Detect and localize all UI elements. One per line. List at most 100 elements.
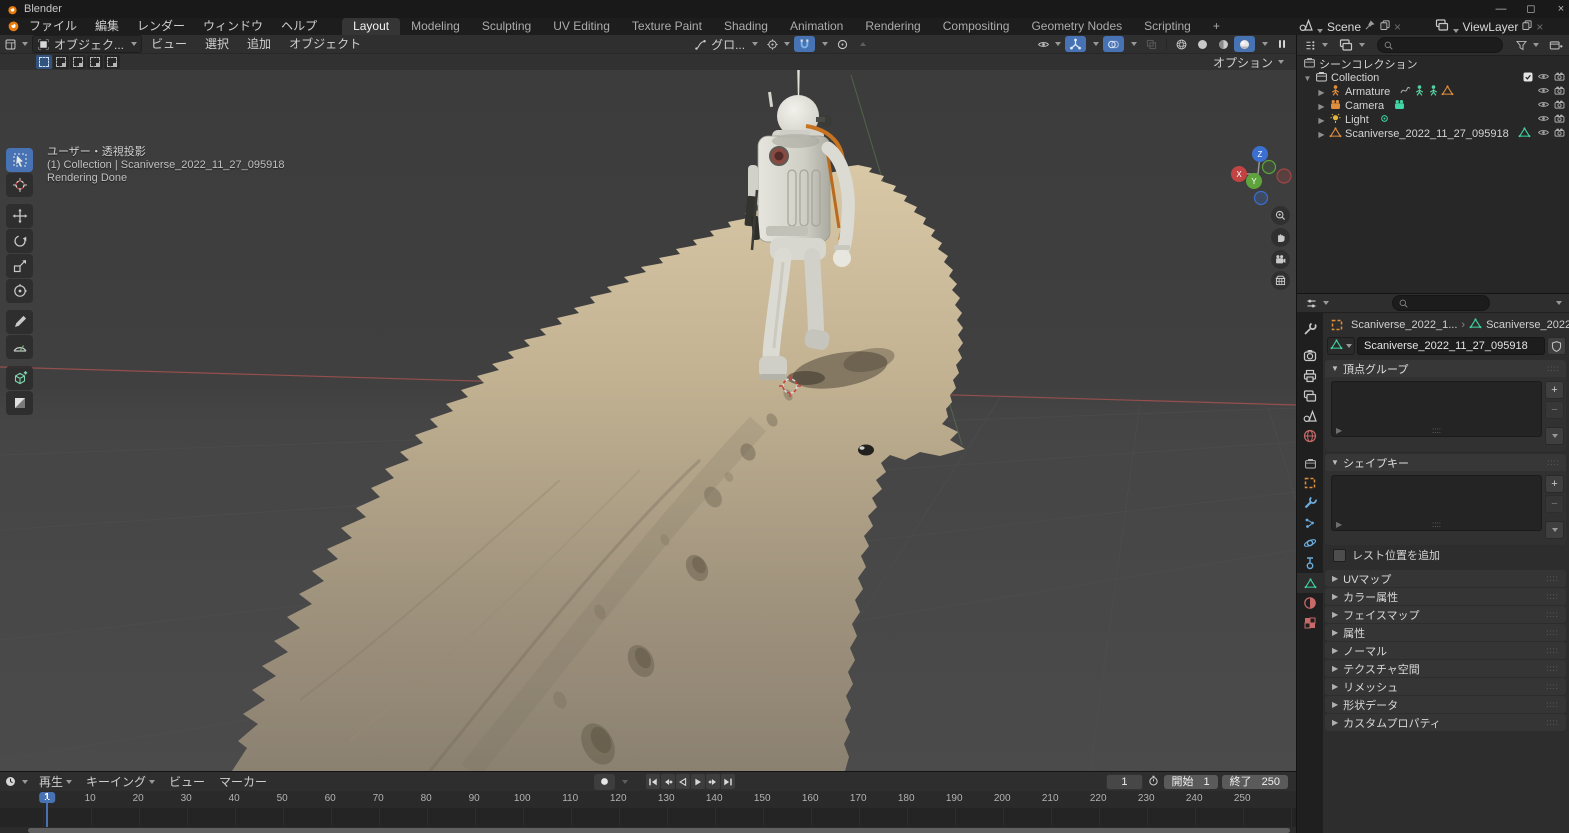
shear-tool-button[interactable]: [6, 391, 33, 415]
collapsed-panel-テクスチャ空間[interactable]: ▶テクスチャ空間::::: [1325, 660, 1566, 677]
collapsed-panel-カスタムプロパティ[interactable]: ▶カスタムプロパティ::::: [1325, 714, 1566, 731]
tab-sculpting[interactable]: Sculpting: [471, 18, 542, 35]
playhead[interactable]: [46, 799, 48, 827]
jump-end-button[interactable]: [721, 774, 735, 789]
expand-arrow-icon[interactable]: ▶: [1317, 116, 1326, 125]
properties-tab-tool[interactable]: [1297, 319, 1323, 339]
annotate-tool-button[interactable]: [6, 310, 33, 334]
fake-user-shield-button[interactable]: [1547, 337, 1566, 355]
collapsed-panel-カラー属性[interactable]: ▶カラー属性::::: [1325, 588, 1566, 605]
transform-tool-button[interactable]: [6, 279, 33, 303]
camera-view-button[interactable]: [1271, 250, 1290, 269]
viewport-menu-2[interactable]: 追加: [238, 36, 280, 53]
properties-options-dropdown[interactable]: [1549, 295, 1566, 311]
scene-browse-icon[interactable]: [1298, 17, 1323, 36]
panel-grip-icon[interactable]: ::::: [1546, 574, 1559, 583]
scale-tool-button[interactable]: [6, 254, 33, 278]
mesh-data-dropdown[interactable]: [1327, 337, 1355, 355]
viewport-3d[interactable]: ユーザー・透視投影 (1) Collection | Scaniverse_20…: [0, 70, 1296, 771]
play-button[interactable]: [691, 774, 705, 789]
scrollbar-thumb[interactable]: [28, 828, 1290, 833]
editor-type-3d-viewport-button[interactable]: [0, 36, 32, 52]
outliner-row-scaniverse-2022-11-27-095918[interactable]: ▶Scaniverse_2022_11_27_095918: [1297, 127, 1569, 141]
outliner-row-armature[interactable]: ▶ Armature: [1297, 85, 1569, 99]
tab-animation[interactable]: Animation: [779, 18, 854, 35]
outliner-item-label[interactable]: Camera: [1345, 100, 1384, 112]
remove-item-button[interactable]: −: [1545, 495, 1564, 513]
maximize-button[interactable]: ◻: [1516, 0, 1546, 18]
properties-tab-texture[interactable]: [1297, 613, 1323, 633]
panel-grip-icon[interactable]: ::::: [1546, 646, 1559, 655]
options-dropdown[interactable]: オプション: [1209, 54, 1288, 70]
timeline-menu-3[interactable]: マーカー: [212, 773, 274, 790]
expand-arrow-icon[interactable]: ▶: [1317, 88, 1326, 97]
menu-0[interactable]: ファイル: [20, 18, 86, 35]
panel-grip-icon[interactable]: ::::: [1546, 664, 1559, 673]
list-specials-dropdown[interactable]: [1545, 427, 1564, 445]
auto-keyframe-record-button[interactable]: [594, 774, 615, 790]
tab-layout[interactable]: Layout: [342, 18, 400, 35]
outliner-item-label[interactable]: Light: [1345, 114, 1369, 126]
add-item-button[interactable]: +: [1545, 475, 1564, 493]
tab-geometry-nodes[interactable]: Geometry Nodes: [1020, 18, 1133, 35]
play-reverse-button[interactable]: [676, 774, 690, 789]
viewport-menu-1[interactable]: 選択: [196, 36, 238, 53]
gizmos-dropdown[interactable]: [1086, 36, 1103, 52]
outliner-row-light[interactable]: ▶ Light: [1297, 113, 1569, 127]
properties-tab-scene[interactable]: [1297, 406, 1323, 426]
outliner-row-camera[interactable]: ▶Camera: [1297, 99, 1569, 113]
shading-material-button[interactable]: [1213, 36, 1234, 52]
collapsed-panel-UVマップ[interactable]: ▶UVマップ::::: [1325, 570, 1566, 587]
orientation-dropdown[interactable]: グロ...: [690, 36, 762, 52]
pin-icon[interactable]: [1364, 19, 1376, 34]
object-mode-dropdown[interactable]: オブジェク...: [32, 35, 142, 53]
move-tool-button[interactable]: [6, 204, 33, 228]
perspective-toggle-button[interactable]: [1271, 271, 1290, 290]
snap-with-dropdown[interactable]: [815, 36, 832, 52]
tab-rendering[interactable]: Rendering: [854, 18, 931, 35]
menu-3[interactable]: ウィンドウ: [194, 18, 272, 35]
jump-start-button[interactable]: [646, 774, 660, 789]
tab-uv-editing[interactable]: UV Editing: [542, 18, 621, 35]
properties-search-field[interactable]: [1392, 295, 1490, 311]
outliner-row-scene-collection[interactable]: シーンコレクション: [1297, 57, 1569, 71]
proportional-editing-toggle[interactable]: [832, 36, 853, 52]
render-pause-button[interactable]: [1272, 36, 1292, 52]
timeline-ruler[interactable]: 1102030405060708090100110120130140150160…: [0, 791, 1296, 808]
outliner-item-label[interactable]: Armature: [1345, 86, 1390, 98]
properties-tab-view-layer[interactable]: [1297, 386, 1323, 406]
close-button[interactable]: ×: [1546, 0, 1569, 18]
properties-tab-output[interactable]: [1297, 366, 1323, 386]
properties-tab-object[interactable]: [1297, 473, 1323, 493]
add-cube-tool-button[interactable]: [6, 366, 33, 390]
xray-toggle[interactable]: [1141, 36, 1162, 52]
tab-modeling[interactable]: Modeling: [400, 18, 471, 35]
properties-tab-render[interactable]: [1297, 346, 1323, 366]
select-mode-intersect[interactable]: [104, 55, 120, 69]
outliner-item-label[interactable]: Scaniverse_2022_11_27_095918: [1345, 128, 1509, 140]
viewlayer-browse-icon[interactable]: [1434, 17, 1459, 36]
outliner-search-field[interactable]: [1377, 37, 1503, 53]
panel-grip-icon[interactable]: ::::: [1546, 610, 1559, 619]
current-frame-field[interactable]: 1: [1106, 774, 1142, 790]
select-mode-new[interactable]: [36, 55, 52, 69]
snap-toggle[interactable]: [794, 36, 815, 52]
cursor-tool-button[interactable]: [6, 173, 33, 197]
overlays-dropdown[interactable]: [1124, 36, 1141, 52]
select-mode-invert[interactable]: [87, 55, 103, 69]
pan-view-button[interactable]: [1271, 228, 1290, 247]
disable-render-icon[interactable]: [1553, 126, 1566, 142]
tab-compositing[interactable]: Compositing: [932, 18, 1021, 35]
properties-tab-world[interactable]: [1297, 426, 1323, 446]
timeline-menu-1[interactable]: キーイング: [79, 773, 162, 790]
copy-viewlayer-icon[interactable]: [1521, 19, 1533, 34]
zoom-view-button[interactable]: [1271, 206, 1290, 225]
new-collection-button[interactable]: [1545, 37, 1567, 53]
properties-tab-physics[interactable]: [1297, 533, 1323, 553]
breadcrumb-data[interactable]: Scaniverse_2022_1...: [1486, 319, 1569, 331]
menu-4[interactable]: ヘルプ: [272, 18, 326, 35]
collapsed-panel-形状データ[interactable]: ▶形状データ::::: [1325, 696, 1566, 713]
list-filter-arrow[interactable]: ▶: [1336, 520, 1342, 529]
panel-header[interactable]: ▼シェイプキー::::: [1325, 454, 1566, 471]
add-rest-position-checkbox[interactable]: [1333, 549, 1346, 562]
